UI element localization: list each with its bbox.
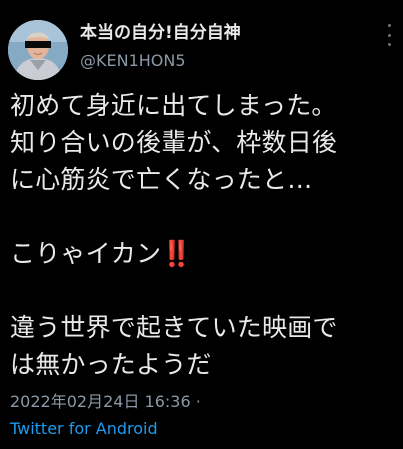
user-info: 本当の自分!自分自神 @KEN1HON5 [80,22,241,72]
tweet-header: 本当の自分!自分自神 @KEN1HON5 [8,18,395,84]
tweet-text: 初めて身近に出てしまった。 知り合いの後輩が、枠数日後 に心筋炎で亡くなったと…… [10,87,398,383]
more-options-icon[interactable] [385,24,393,46]
avatar[interactable] [8,20,68,80]
tweet-line-with-emoji: こりゃイカン‼️ [10,235,398,272]
display-name[interactable]: 本当の自分!自分自神 [80,22,241,44]
tweet-line: こりゃイカン [10,239,162,268]
tweet-line: 初めて身近に出てしまった。 [10,91,337,120]
double-exclamation-emoji: ‼️ [161,239,192,268]
user-handle[interactable]: @KEN1HON5 [80,50,241,72]
tweet-line: に心筋炎で亡くなったと… [10,165,313,194]
tweet-line: 違う世界で起きていた映画で [10,313,338,342]
tweet-card: 本当の自分!自分自神 @KEN1HON5 初めて身近に出てしまった。 知り合いの… [0,0,403,449]
tweet-line: は無かったようだ [10,350,212,379]
tweet-timestamp[interactable]: 2022年02月24日 16:36 · [10,391,201,413]
avatar-image [8,20,68,80]
tweet-source-link[interactable]: Twitter for Android [10,418,158,440]
tweet-line: 知り合いの後輩が、枠数日後 [10,128,338,157]
